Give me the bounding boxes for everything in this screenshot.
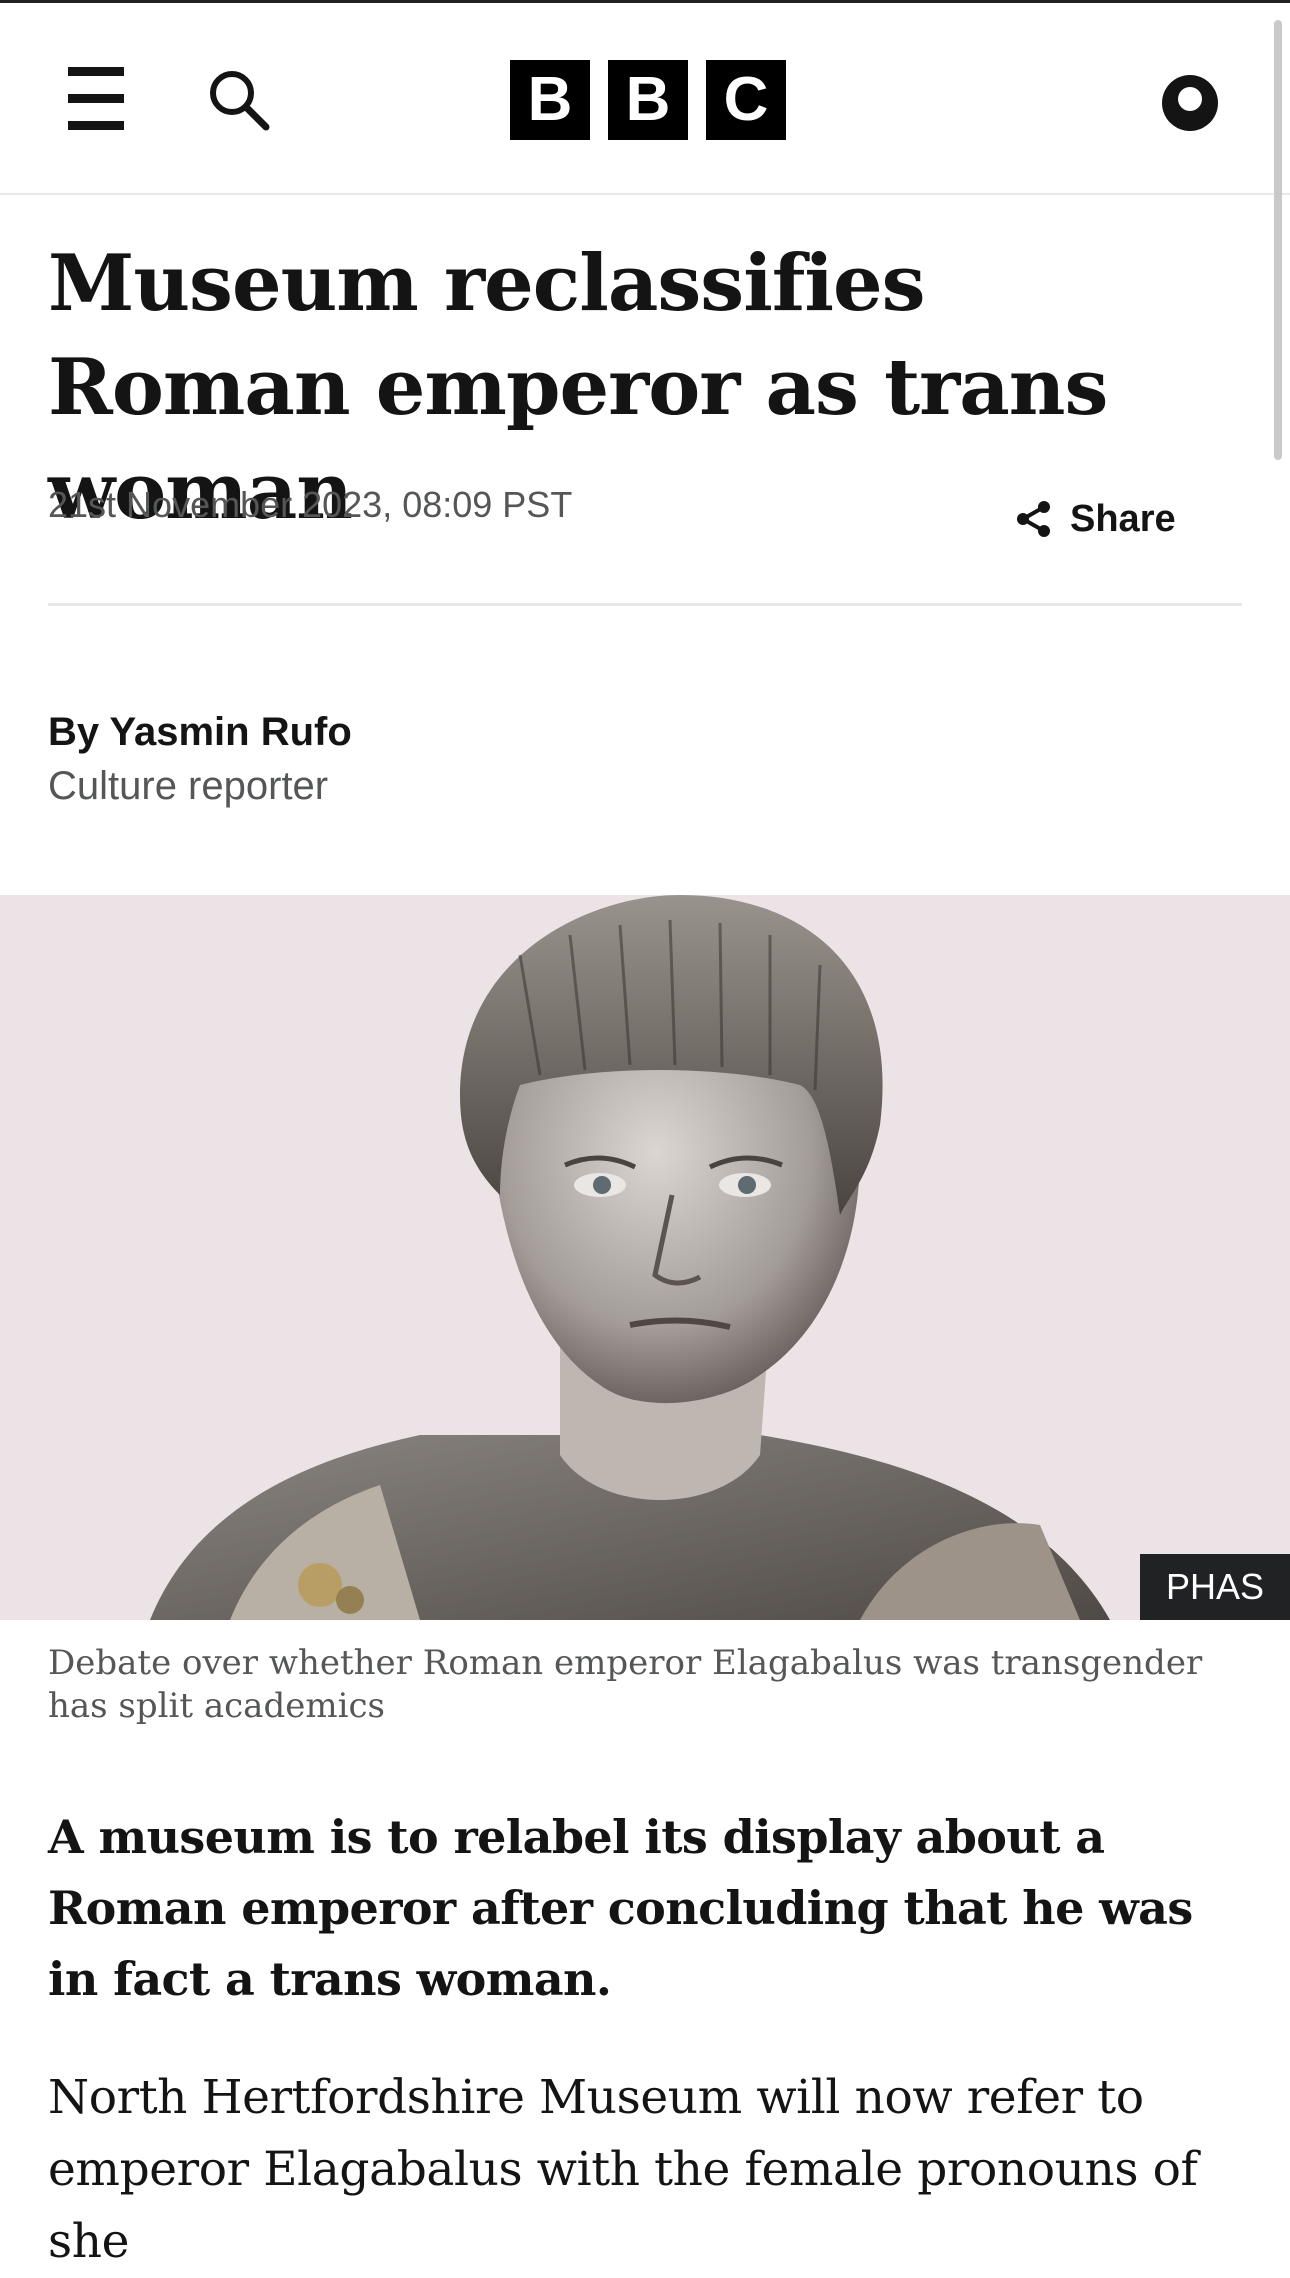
hamburger-menu-icon[interactable] (62, 67, 130, 131)
share-icon (1017, 501, 1050, 537)
article-image: PHAS (0, 895, 1290, 1620)
image-caption: Debate over whether Roman emperor Elagab… (48, 1643, 1203, 1726)
share-label: Share (1070, 497, 1176, 540)
article-timestamp: 21st November 2023, 08:09 PST (48, 484, 573, 525)
account-icon[interactable] (1160, 73, 1220, 133)
header-divider (48, 603, 1242, 606)
article-lead: A museum is to relabel its display about… (48, 1810, 1193, 2006)
image-credit: PHAS (1139, 1554, 1290, 1620)
article-body-paragraph: North Hertfordshire Museum will now refe… (48, 2070, 1198, 2269)
search-icon[interactable] (206, 67, 272, 133)
bbc-logo[interactable]: B B C (510, 60, 786, 140)
share-button[interactable]: Share (1014, 494, 1176, 544)
byline-role: Culture reporter (48, 764, 329, 808)
byline-author[interactable]: By Yasmin Rufo (48, 710, 352, 755)
site-header: B B C (0, 3, 1290, 195)
emperor-bust-illustration (0, 895, 1290, 1620)
logo-letter: C (706, 60, 786, 140)
logo-letter: B (510, 60, 590, 140)
scrollbar[interactable] (1274, 20, 1282, 460)
logo-letter: B (608, 60, 688, 140)
